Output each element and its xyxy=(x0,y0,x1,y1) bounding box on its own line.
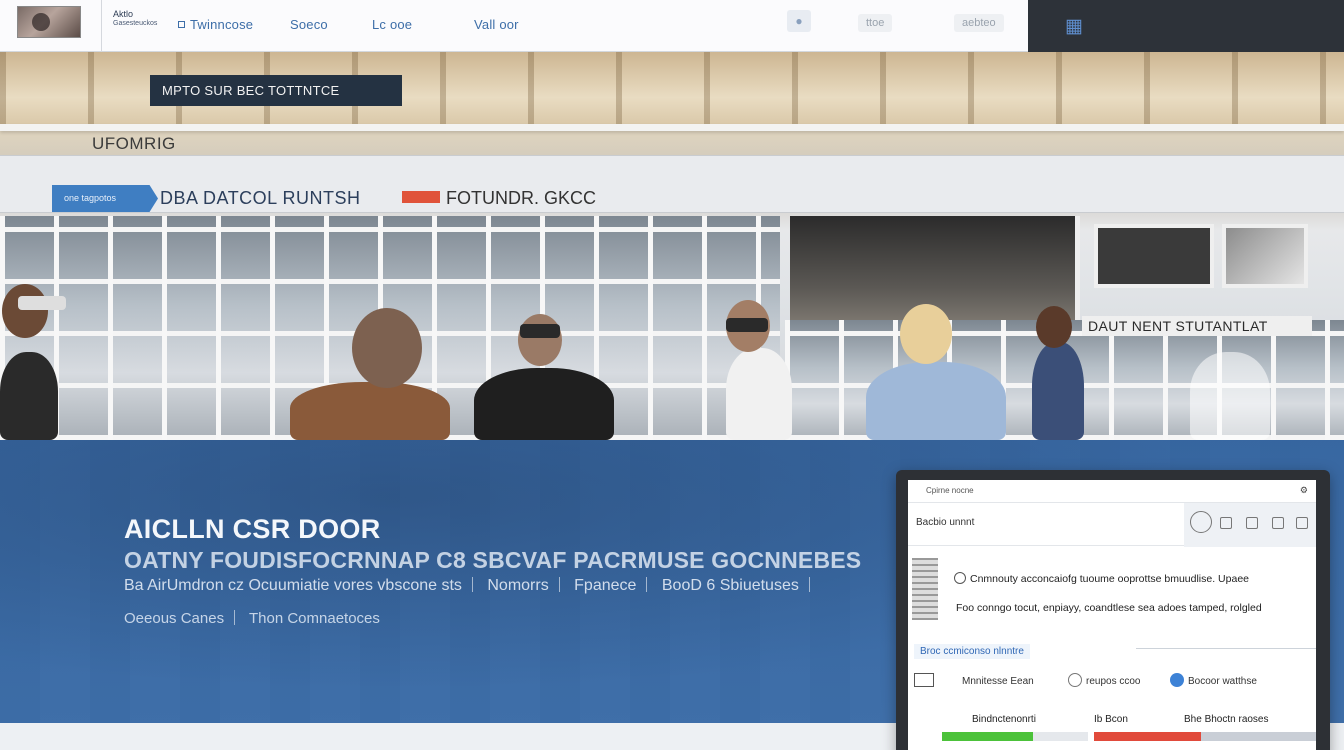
radio-icon xyxy=(954,572,966,584)
screen-chip[interactable]: reupos ccoo xyxy=(1068,673,1140,687)
lead-item: Fpanece xyxy=(574,577,637,594)
nav-link-1[interactable]: Twinncose xyxy=(178,17,253,32)
person-head xyxy=(352,308,422,388)
nav-link-4[interactable]: Vall oor xyxy=(474,17,519,32)
toolbar-tools xyxy=(1184,503,1316,547)
close-icon[interactable]: ⚙ xyxy=(1300,485,1308,496)
lead-item: Ba AirUmdron cz Ocuumiatie vores vbscone… xyxy=(124,577,462,594)
menu-icon xyxy=(178,21,185,28)
nav-divider xyxy=(101,0,102,52)
device-mockup: Cpirne nocne ⚙ Bacbio unnnt Cnmnouty acc… xyxy=(896,470,1330,750)
person-head xyxy=(900,304,952,364)
band-lead: Ba AirUmdron cz Ocuumiatie vores vbscone… xyxy=(124,577,820,595)
screen-top-label: Cpirne nocne xyxy=(926,486,974,495)
vr-headset xyxy=(18,296,66,310)
person-figure xyxy=(0,352,58,440)
settings-icon[interactable] xyxy=(1272,517,1284,529)
screen-chip[interactable]: Bocoor watthse xyxy=(1170,673,1257,687)
edit-icon[interactable] xyxy=(1220,517,1232,529)
lead-item: BooD 6 Sbiuetuses xyxy=(661,577,799,594)
circle-icon xyxy=(1068,673,1082,687)
nav-pill-2[interactable]: aebteo xyxy=(954,14,1004,32)
person-head xyxy=(518,314,562,366)
status-dot-icon xyxy=(1170,673,1184,687)
table-header: Bindnctenonrti xyxy=(972,714,1036,725)
progress-fill xyxy=(1094,732,1201,741)
band-links: Oeeous Canes Thon Comnaetoces xyxy=(124,610,380,627)
person-head xyxy=(2,284,48,338)
person-figure xyxy=(474,368,614,440)
search-icon[interactable] xyxy=(1190,511,1212,533)
nav-link-3[interactable]: Lc ooe xyxy=(372,17,412,32)
hero-sign-wall: UFOMRIG xyxy=(92,134,176,153)
dark-window xyxy=(790,216,1080,320)
band-link[interactable]: Thon Comnaetoces xyxy=(249,610,380,627)
checkbox-icon xyxy=(914,673,934,687)
person-head xyxy=(1036,306,1072,348)
person-figure xyxy=(1032,342,1084,440)
screen-title: Bacbio unnnt xyxy=(916,517,975,528)
screen-row[interactable]: Foo conngo tocut, enpiayy, coandtlese se… xyxy=(956,602,1262,614)
device-screen: Cpirne nocne ⚙ Bacbio unnnt Cnmnouty acc… xyxy=(908,480,1316,750)
person-figure xyxy=(1190,352,1270,440)
screen-row[interactable]: Cnmnouty acconcaiofg tuoume ooprottse bm… xyxy=(954,572,1249,585)
person-figure xyxy=(866,362,1006,440)
screen-link[interactable]: Broc ccmiconso nlnntre xyxy=(914,644,1030,659)
ceiling-beam xyxy=(0,124,1344,131)
table-header: Ib Bcon xyxy=(1094,714,1128,725)
band-link[interactable]: Oeeous Canes xyxy=(124,610,224,627)
person-figure xyxy=(290,382,450,440)
framed-artwork xyxy=(1222,224,1308,288)
screen-thumbnail xyxy=(912,558,938,620)
progress-bar xyxy=(1094,732,1316,741)
share-icon[interactable] xyxy=(1246,517,1258,529)
globe-icon[interactable]: ▦ xyxy=(1065,15,1083,38)
screen-divider xyxy=(1136,648,1316,649)
screen-topbar: Cpirne nocne ⚙ xyxy=(908,480,1316,502)
screen-chip[interactable]: Mnnitesse Eean xyxy=(914,673,1034,687)
hero-sign-right: DAUT NENT STUTANTLAT xyxy=(1082,316,1312,336)
lead-item: Nomorrs xyxy=(487,577,549,594)
framed-artwork xyxy=(1094,224,1214,288)
screen-toolbar: Bacbio unnnt xyxy=(908,502,1316,547)
progress-fill xyxy=(942,732,1033,741)
progress-bar xyxy=(942,732,1088,741)
vr-headset xyxy=(726,318,768,332)
table-header: Bhe Bhoctn raoses xyxy=(1184,714,1269,725)
hero-sign-dark: MPTO SUR BEC TOTTNTCE xyxy=(150,75,402,106)
nav-link-2[interactable]: Soeco xyxy=(290,17,328,32)
top-navigation: Aktlo Gasesteuckos Twinncose Soeco Lc oo… xyxy=(0,0,1028,52)
person-figure xyxy=(726,348,792,440)
brand-logo[interactable]: Aktlo Gasesteuckos xyxy=(113,10,157,28)
hero-sign-accent: FOTUNDR. GKCC xyxy=(402,188,596,209)
user-icon[interactable]: ● xyxy=(787,10,811,32)
top-right-panel: ▦ xyxy=(1028,0,1344,52)
page-root: Aktlo Gasesteuckos Twinncose Soeco Lc oo… xyxy=(0,0,1344,750)
band-title: AICLLN CSR DOOR xyxy=(124,514,381,544)
vr-headset xyxy=(520,324,560,338)
brand-name: Aktlo xyxy=(113,9,134,19)
site-thumbnail-image[interactable] xyxy=(17,6,81,38)
band-subtitle: OATNY FOUDISFOCRNNAP C8 SBCVAF PACRMUSE … xyxy=(124,547,862,573)
hero-sign-main: DBA DATCOL RUNTSH xyxy=(160,188,361,208)
nav-pill-1[interactable]: ttoe xyxy=(858,14,893,32)
accent-bar xyxy=(402,191,440,203)
window-icon[interactable] xyxy=(1296,517,1308,529)
hero-photo: MPTO SUR BEC TOTTNTCE UFOMRIG one tagpot… xyxy=(0,52,1344,440)
brand-tagline: Gasesteuckos xyxy=(113,20,158,27)
hero-tag-label: one tagpotos xyxy=(52,185,158,212)
